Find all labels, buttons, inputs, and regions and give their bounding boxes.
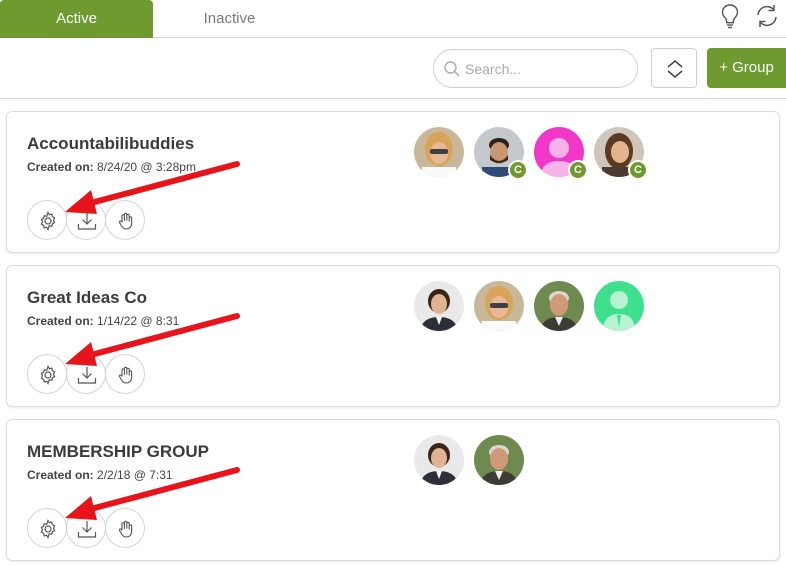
gear-icon xyxy=(40,211,56,231)
search-icon xyxy=(444,61,460,77)
member-avatar[interactable] xyxy=(414,281,464,331)
lightbulb-icon[interactable] xyxy=(716,2,744,30)
member-avatar[interactable] xyxy=(414,127,464,177)
group-created: Created on: 2/2/18 @ 7:31 xyxy=(27,468,173,482)
group-raise-hand-button[interactable] xyxy=(105,200,145,240)
sort-chevrons-icon xyxy=(667,60,683,78)
group-card: Accountabilibuddies Created on: 8/24/20 … xyxy=(6,111,780,253)
tab-inactive[interactable]: Inactive xyxy=(153,0,306,38)
download-icon xyxy=(77,213,97,230)
member-avatar[interactable] xyxy=(534,281,584,331)
group-name[interactable]: Great Ideas Co xyxy=(27,288,147,308)
member-avatar[interactable]: C xyxy=(474,127,528,180)
search-field[interactable] xyxy=(433,49,638,88)
group-raise-hand-button[interactable] xyxy=(105,508,145,548)
group-created: Created on: 1/14/22 @ 8:31 xyxy=(27,314,180,328)
group-settings-button[interactable] xyxy=(27,508,67,548)
search-input[interactable] xyxy=(465,58,630,80)
refresh-icon[interactable] xyxy=(753,2,781,30)
older-man-avatar xyxy=(534,281,584,331)
group-card: Great Ideas Co Created on: 1/14/22 @ 8:3… xyxy=(6,265,780,407)
hand-icon xyxy=(118,520,133,538)
group-download-button[interactable] xyxy=(66,200,106,240)
woman-suit-avatar xyxy=(414,281,464,331)
group-settings-button[interactable] xyxy=(27,354,67,394)
coach-badge: C xyxy=(568,160,588,180)
member-avatar[interactable] xyxy=(594,281,644,331)
member-avatar[interactable] xyxy=(474,281,524,331)
add-group-button[interactable]: + Group xyxy=(707,48,786,88)
tab-active[interactable]: Active xyxy=(0,0,153,38)
sort-toggle-button[interactable] xyxy=(651,48,697,88)
hand-icon xyxy=(118,212,133,230)
older-man-avatar xyxy=(474,435,524,485)
woman-sunglasses-avatar xyxy=(474,281,524,331)
download-icon xyxy=(77,367,97,384)
group-raise-hand-button[interactable] xyxy=(105,354,145,394)
gear-icon xyxy=(40,365,56,385)
tabs-bar: Active Inactive xyxy=(0,0,786,38)
download-icon xyxy=(77,521,97,538)
member-avatar[interactable] xyxy=(414,435,464,485)
group-name[interactable]: MEMBERSHIP GROUP xyxy=(27,442,209,462)
coach-badge: C xyxy=(628,160,648,180)
woman-suit-avatar xyxy=(414,435,464,485)
group-download-button[interactable] xyxy=(66,354,106,394)
member-avatar[interactable] xyxy=(474,435,524,485)
group-name[interactable]: Accountabilibuddies xyxy=(27,134,194,154)
group-download-button[interactable] xyxy=(66,508,106,548)
member-avatar[interactable]: C xyxy=(594,127,648,180)
group-card: MEMBERSHIP GROUP Created on: 2/2/18 @ 7:… xyxy=(6,419,780,561)
hand-icon xyxy=(118,366,133,384)
group-created: Created on: 8/24/20 @ 3:28pm xyxy=(27,160,196,174)
coach-badge: C xyxy=(508,160,528,180)
member-avatar[interactable]: C xyxy=(534,127,588,180)
toolbar: + Group xyxy=(0,38,786,99)
gear-icon xyxy=(40,519,56,539)
group-settings-button[interactable] xyxy=(27,200,67,240)
woman-sunglasses-avatar xyxy=(414,127,464,177)
default-green-avatar xyxy=(594,281,644,331)
